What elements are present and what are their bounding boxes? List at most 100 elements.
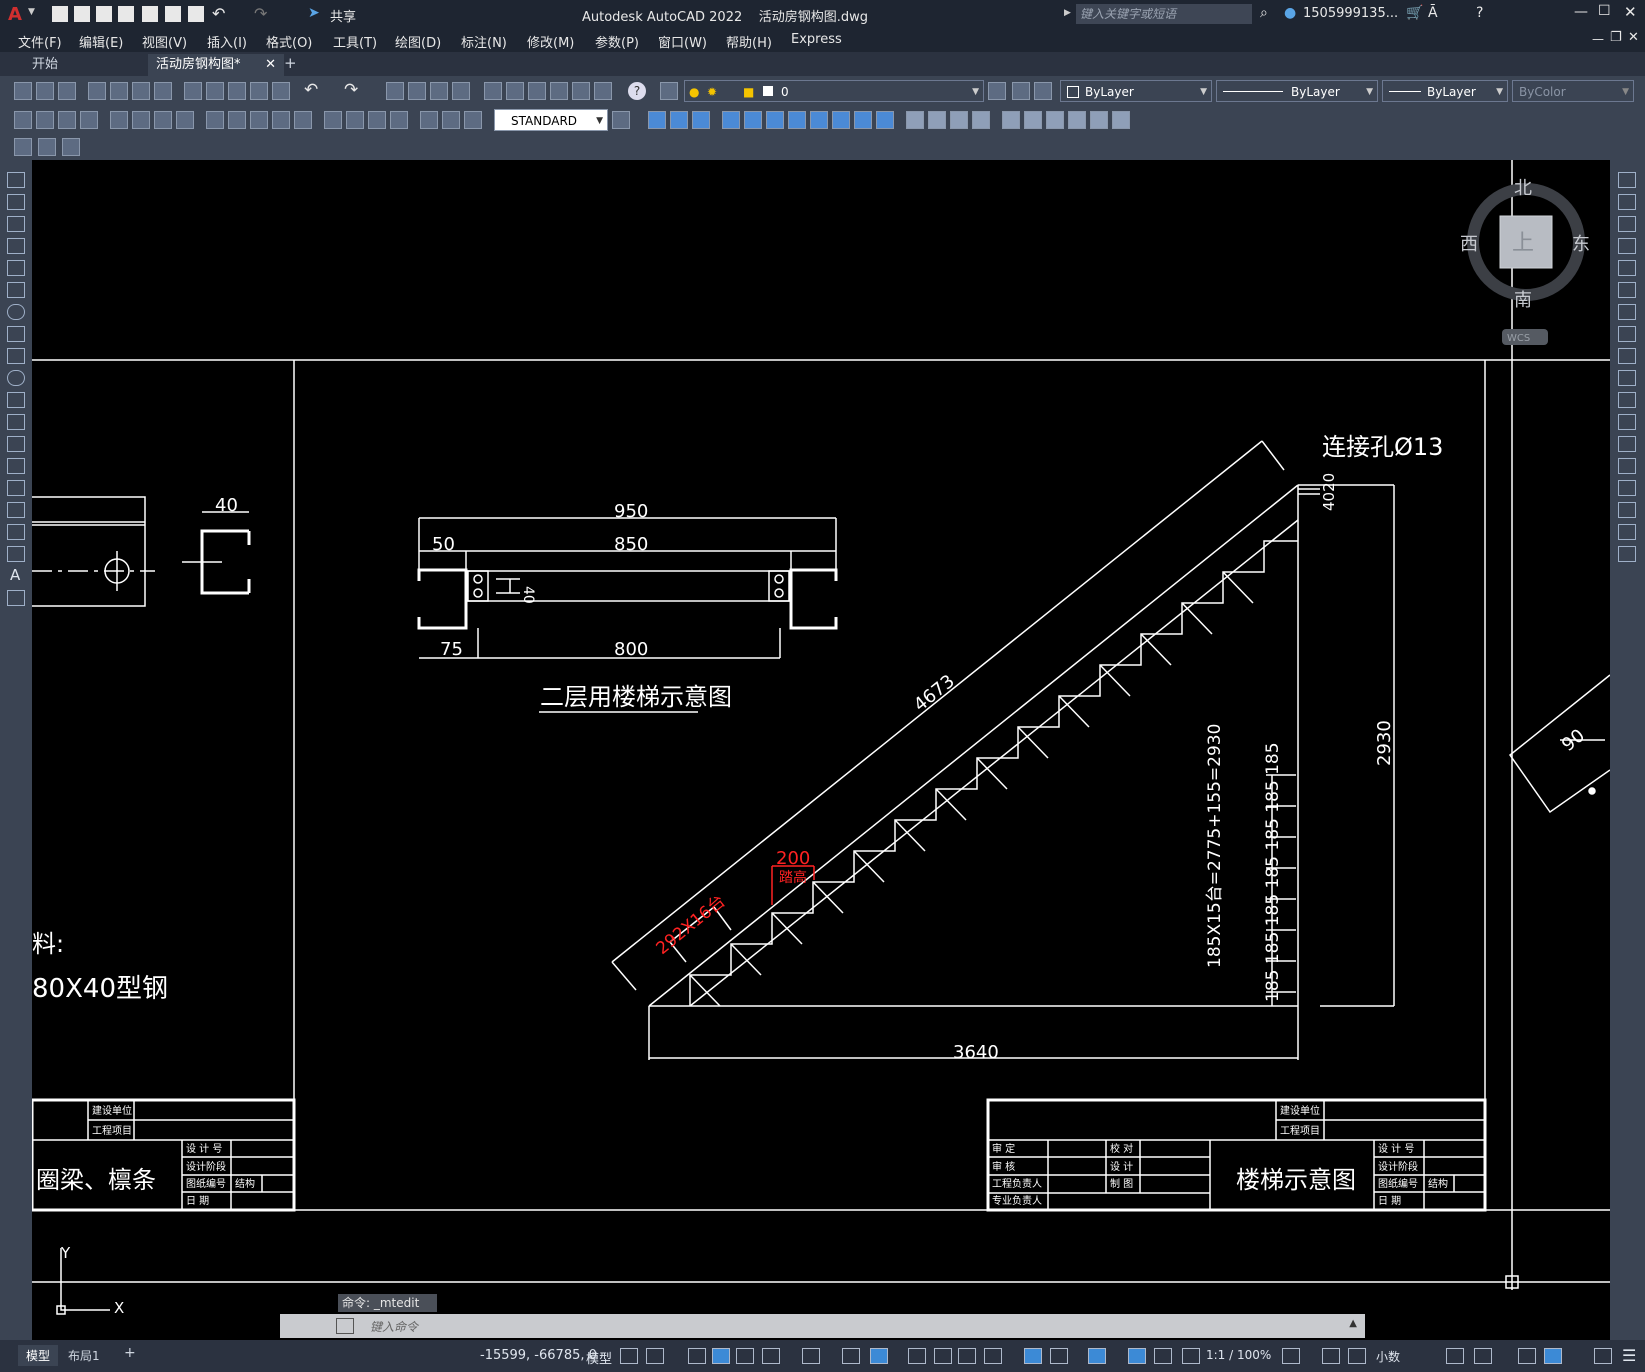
annotation-scale-icon[interactable] (1182, 1348, 1200, 1364)
cut-icon[interactable] (184, 82, 202, 100)
3d-copy-edges-icon[interactable] (1112, 111, 1130, 129)
markup-icon[interactable] (572, 82, 590, 100)
save-icon[interactable] (96, 6, 112, 22)
autocad-logo-icon[interactable]: A (8, 4, 24, 25)
explode-icon[interactable] (1618, 546, 1636, 562)
linetype-dropdown[interactable]: ByLayer ▼ (1216, 80, 1378, 102)
3d-box-icon[interactable] (648, 111, 666, 129)
object-snap-tracking-icon[interactable] (802, 1348, 820, 1364)
line-icon[interactable] (7, 172, 25, 188)
make-block-icon[interactable] (7, 436, 25, 452)
express-block-icon[interactable] (38, 138, 56, 156)
3d-interfere-icon[interactable] (906, 111, 924, 129)
circle-icon[interactable] (7, 304, 25, 320)
cart-icon[interactable]: 🛒 (1406, 5, 1423, 21)
viewcube-north[interactable]: 北 (1514, 178, 1532, 199)
command-input[interactable]: 键入命令 (370, 1318, 418, 1335)
3d-move-icon[interactable] (744, 111, 762, 129)
lineweight-dropdown[interactable]: ByLayer ▼ (1382, 80, 1508, 102)
help-icon[interactable]: ? (1476, 5, 1483, 21)
dynamic-ucs-icon[interactable] (870, 1348, 888, 1364)
viewcube-wcs[interactable]: WCS (1507, 333, 1530, 344)
selection-cycling-icon[interactable] (958, 1348, 976, 1364)
3d-extrude-face-icon[interactable] (928, 111, 946, 129)
express-text-icon[interactable] (14, 138, 32, 156)
tab-layout1[interactable]: 布局1 (68, 1347, 100, 1364)
table-icon[interactable] (7, 546, 25, 562)
insert-block-icon[interactable] (7, 414, 25, 430)
3d-intersect-icon[interactable] (722, 111, 740, 129)
dim-continue-icon[interactable] (250, 111, 268, 129)
dimstyle-dropdown[interactable]: STANDARD ▼ (494, 109, 608, 131)
arc-icon[interactable] (7, 282, 25, 298)
dim-text-edit-icon[interactable] (442, 111, 460, 129)
annotation-visibility-icon[interactable] (1128, 1348, 1146, 1364)
add-selected-icon[interactable] (7, 590, 25, 606)
join-icon[interactable] (1618, 458, 1636, 474)
copy-icon[interactable] (206, 82, 224, 100)
menu-tools[interactable]: 工具(T) (333, 32, 377, 51)
preview-icon[interactable] (110, 82, 128, 100)
3d-print-icon[interactable] (154, 82, 172, 100)
3d-slice-icon[interactable] (854, 111, 872, 129)
menu-file[interactable]: 文件(F) (18, 32, 62, 51)
annotation-scale-value[interactable]: 1:1 / 100% (1206, 1348, 1271, 1362)
dim-jogged-icon[interactable] (132, 111, 150, 129)
polar-icon[interactable] (736, 1348, 754, 1364)
3d-check-icon[interactable] (1090, 111, 1108, 129)
qnew-icon[interactable] (14, 82, 32, 100)
gizmo-icon[interactable] (1050, 1348, 1068, 1364)
dim-radius-icon[interactable] (110, 111, 128, 129)
point-icon[interactable] (7, 458, 25, 474)
calculator-icon[interactable] (594, 82, 612, 100)
stretch-icon[interactable] (1618, 348, 1636, 364)
viewcube-south[interactable]: 南 (1514, 290, 1532, 311)
menu-express[interactable]: Express (791, 32, 842, 47)
design-center-icon[interactable] (506, 82, 524, 100)
units-icon[interactable] (1348, 1348, 1366, 1364)
3d-offset-face-icon[interactable] (972, 111, 990, 129)
maximize-icon[interactable]: ☐ (1598, 3, 1611, 19)
lock-ui-icon[interactable] (1474, 1348, 1492, 1364)
quick-dim-icon[interactable] (206, 111, 224, 129)
3d-shell-icon[interactable] (1046, 111, 1064, 129)
layer-state-icon[interactable] (1034, 82, 1052, 100)
3d-section-icon[interactable] (876, 111, 894, 129)
break-at-point-icon[interactable] (1618, 414, 1636, 430)
tool-palettes-icon[interactable] (528, 82, 546, 100)
properties-icon[interactable] (484, 82, 502, 100)
make-current-icon[interactable] (988, 82, 1006, 100)
menu-parametric[interactable]: 参数(P) (595, 32, 639, 51)
save-web-icon[interactable] (165, 6, 181, 22)
block-editor-icon[interactable] (272, 82, 290, 100)
break-icon[interactable] (1618, 436, 1636, 452)
tab-start[interactable]: 开始 (24, 54, 160, 76)
user-icon[interactable]: ● (1284, 5, 1296, 21)
hatch-icon[interactable] (7, 480, 25, 496)
dim-aligned-icon[interactable] (36, 111, 54, 129)
autodesk-a360-icon[interactable]: Ā (1428, 5, 1438, 21)
clean-screen-icon[interactable] (1594, 1348, 1612, 1364)
help-tb-icon[interactable]: ? (628, 82, 646, 100)
dynamic-input-icon[interactable] (1024, 1348, 1042, 1364)
trim-icon[interactable] (1618, 370, 1636, 386)
plot-icon[interactable] (188, 6, 204, 22)
undo-tb-icon[interactable]: ↶ (304, 80, 318, 100)
undo-icon[interactable]: ↶ (212, 4, 225, 23)
ellipse-icon[interactable] (7, 370, 25, 386)
dim-break-icon[interactable] (294, 111, 312, 129)
publish-icon[interactable] (132, 82, 150, 100)
dim-linear-icon[interactable] (14, 111, 32, 129)
dim-space-icon[interactable] (272, 111, 290, 129)
dim-ordinate-icon[interactable] (80, 111, 98, 129)
center-mark-icon[interactable] (346, 111, 364, 129)
quick-properties-icon[interactable] (1446, 1348, 1464, 1364)
layer-dropdown[interactable]: ● ✹ ■ 0 ▼ (684, 80, 984, 102)
isodraft-icon[interactable] (762, 1348, 780, 1364)
menu-draw[interactable]: 绘图(D) (395, 32, 441, 51)
tab-model[interactable]: 模型 (18, 1345, 59, 1366)
menu-modify[interactable]: 修改(M) (527, 32, 574, 51)
osnap-icon[interactable] (842, 1348, 860, 1364)
sheetset-icon[interactable] (550, 82, 568, 100)
extend-icon[interactable] (1618, 392, 1636, 408)
